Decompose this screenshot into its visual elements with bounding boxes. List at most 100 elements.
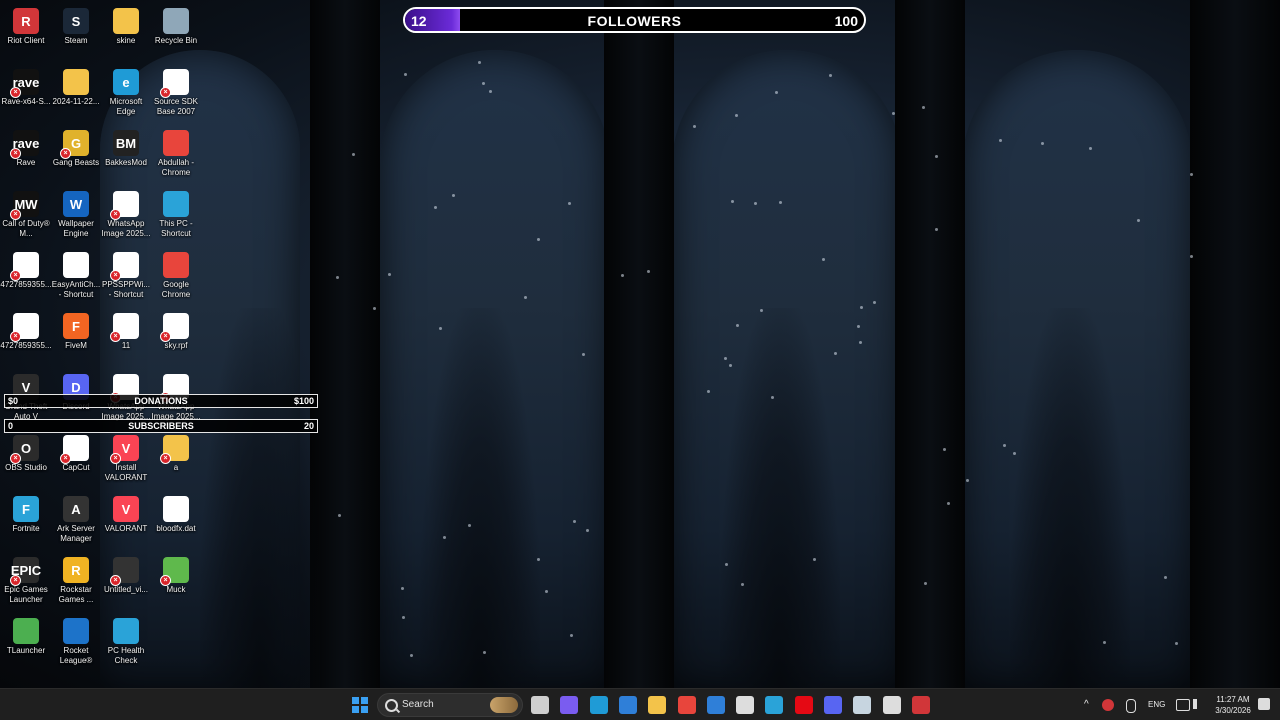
desktop-icon[interactable]: × 4727859355... — [0, 246, 52, 290]
desktop-icon-label: Muck — [166, 585, 186, 594]
desktop-icon[interactable]: This PC - Shortcut — [150, 185, 202, 239]
desktop-icon[interactable]: BM BakkesMod — [100, 124, 152, 168]
desktop-icon[interactable]: rave × Rave-x64-S... — [0, 63, 52, 107]
start-button[interactable] — [352, 697, 368, 713]
icon-glyph-text: BM — [115, 135, 137, 151]
task-view-icon[interactable] — [531, 696, 549, 714]
desktop-icon[interactable]: W Wallpaper Engine — [50, 185, 102, 239]
snowflake — [434, 206, 437, 209]
desktop-icon[interactable]: e Microsoft Edge — [100, 63, 152, 117]
mail-icon[interactable] — [707, 696, 725, 714]
riot-client-icon[interactable] — [912, 696, 930, 714]
icon-glyph-text: R — [71, 562, 81, 578]
capture-icon[interactable] — [736, 696, 754, 714]
edge-icon[interactable] — [590, 696, 608, 714]
show-hidden-icons-chevron-icon[interactable]: ^ — [1084, 699, 1089, 710]
desktop-icon[interactable]: bloodfx.dat — [150, 490, 202, 534]
copilot-icon[interactable] — [560, 696, 578, 714]
discord-icon[interactable] — [824, 696, 842, 714]
desktop-icon[interactable]: S Steam — [50, 2, 102, 46]
snowflake — [545, 590, 548, 593]
desktop-icon[interactable]: × a — [150, 429, 202, 473]
clock-time: 11:27 AM — [1216, 695, 1250, 704]
snowflake — [873, 301, 876, 304]
desktop-icon[interactable]: O × OBS Studio — [0, 429, 52, 473]
network-icon[interactable] — [1176, 699, 1190, 711]
tree-silhouette — [1010, 308, 1130, 688]
desktop-icon[interactable]: × CapCut — [50, 429, 102, 473]
snowflake — [943, 448, 946, 451]
riot-tray-icon[interactable] — [1102, 699, 1114, 711]
snowflake — [404, 73, 407, 76]
sync-error-badge-icon: × — [10, 87, 21, 98]
desktop-icon[interactable]: F FiveM — [50, 307, 102, 351]
desktop-icon[interactable]: Rocket League® — [50, 612, 102, 666]
file-explorer-icon[interactable] — [648, 696, 666, 714]
desktop-icon[interactable]: EPIC × Epic Games Launcher — [0, 551, 52, 605]
desktop-icon[interactable]: × Untitled_vi... — [100, 551, 152, 595]
desktop-icon[interactable]: × Muck — [150, 551, 202, 595]
desktop-icon[interactable]: Abdullah - Chrome — [150, 124, 202, 178]
epic-games-icon: EPIC × — [10, 557, 41, 586]
netflix-icon[interactable] — [795, 696, 813, 714]
desktop-icon[interactable]: V × Install VALORANT — [100, 429, 152, 483]
desktop-icon[interactable]: PC Health Check — [100, 612, 152, 666]
snowflake — [966, 479, 969, 482]
desktop-icon[interactable]: × Source SDK Base 2007 — [150, 63, 202, 117]
desktop-icon[interactable]: × PPSSPPWi... - Shortcut — [100, 246, 152, 300]
desktop-icon[interactable]: R Rockstar Games ... — [50, 551, 102, 605]
obs-icon[interactable] — [883, 696, 901, 714]
icon-glyph-text: e — [122, 74, 130, 90]
desktop-icon[interactable]: rave × Rave — [0, 124, 52, 168]
desktop-icon[interactable]: ×WhatsApp Image 2025... — [100, 185, 152, 239]
desktop-icon-label: Fortnite — [12, 524, 40, 533]
sync-error-badge-icon: × — [160, 575, 171, 586]
edge-dev-icon[interactable] — [765, 696, 783, 714]
desktop-icon[interactable]: TLauncher — [0, 612, 52, 656]
snowflake — [647, 270, 650, 273]
desktop-icon-label: VALORANT — [104, 524, 148, 533]
icon-glyph-text: F — [72, 318, 80, 334]
image-file-icon: × — [110, 191, 139, 220]
desktop-icon[interactable]: V VALORANT — [100, 490, 152, 534]
desktop-icon[interactable]: skine — [100, 2, 152, 46]
chrome-icon[interactable] — [678, 696, 696, 714]
microphone-icon[interactable] — [1126, 699, 1136, 713]
stone-pillar — [1190, 0, 1280, 688]
snowflake — [410, 654, 413, 657]
microsoft-store-icon[interactable] — [619, 696, 637, 714]
desktop-icon[interactable]: Recycle Bin — [150, 2, 202, 46]
desktop-icon-label: TLauncher — [6, 646, 46, 655]
snowflake — [439, 327, 442, 330]
stone-pillar — [895, 0, 965, 688]
followers-label: FOLLOWERS — [587, 13, 682, 29]
followers-goal: 100 — [834, 13, 858, 29]
taskbar: Search ^ ENG 11:27 AM 3/30/2026 — [0, 688, 1280, 720]
donations-goal: $100 — [293, 396, 314, 406]
snowflake — [1013, 452, 1016, 455]
desktop-icon-label: Source SDK Base 2007 — [153, 97, 199, 116]
desktop-icon[interactable]: Google Chrome — [150, 246, 202, 300]
desktop-icon[interactable]: × 11 — [100, 307, 152, 351]
desktop-icon[interactable]: A Ark Server Manager — [50, 490, 102, 544]
desktop-icon[interactable]: R Riot Client — [0, 2, 52, 46]
clock[interactable]: 11:27 AM 3/30/2026 — [1208, 694, 1258, 716]
desktop-icon[interactable]: G × Gang Beasts — [50, 124, 102, 168]
rave-icon: rave × — [10, 130, 39, 159]
desktop-icon[interactable]: 2024-11-22... — [50, 63, 102, 107]
desktop-icon[interactable]: MW × Call of Duty® M... — [0, 185, 52, 239]
desktop-icon[interactable]: F Fortnite — [0, 490, 52, 534]
steam-icon[interactable] — [853, 696, 871, 714]
language-indicator[interactable]: ENG — [1148, 700, 1165, 709]
desktop-icon[interactable]: × sky.rpf — [150, 307, 202, 351]
volume-icon[interactable] — [1193, 699, 1207, 709]
notification-icon[interactable] — [1258, 698, 1270, 710]
followers-goal-bar: 12 FOLLOWERS 100 — [403, 7, 866, 33]
taskbar-search-box[interactable]: Search — [377, 693, 523, 717]
sync-error-badge-icon: × — [160, 87, 171, 98]
search-highlight-icon — [490, 697, 518, 713]
desktop-icon[interactable]: EasyAntiCh... - Shortcut — [50, 246, 102, 300]
icon-glyph-text: V — [121, 440, 131, 456]
snowflake — [582, 353, 585, 356]
desktop-icon[interactable]: × 4727859355... — [0, 307, 52, 351]
